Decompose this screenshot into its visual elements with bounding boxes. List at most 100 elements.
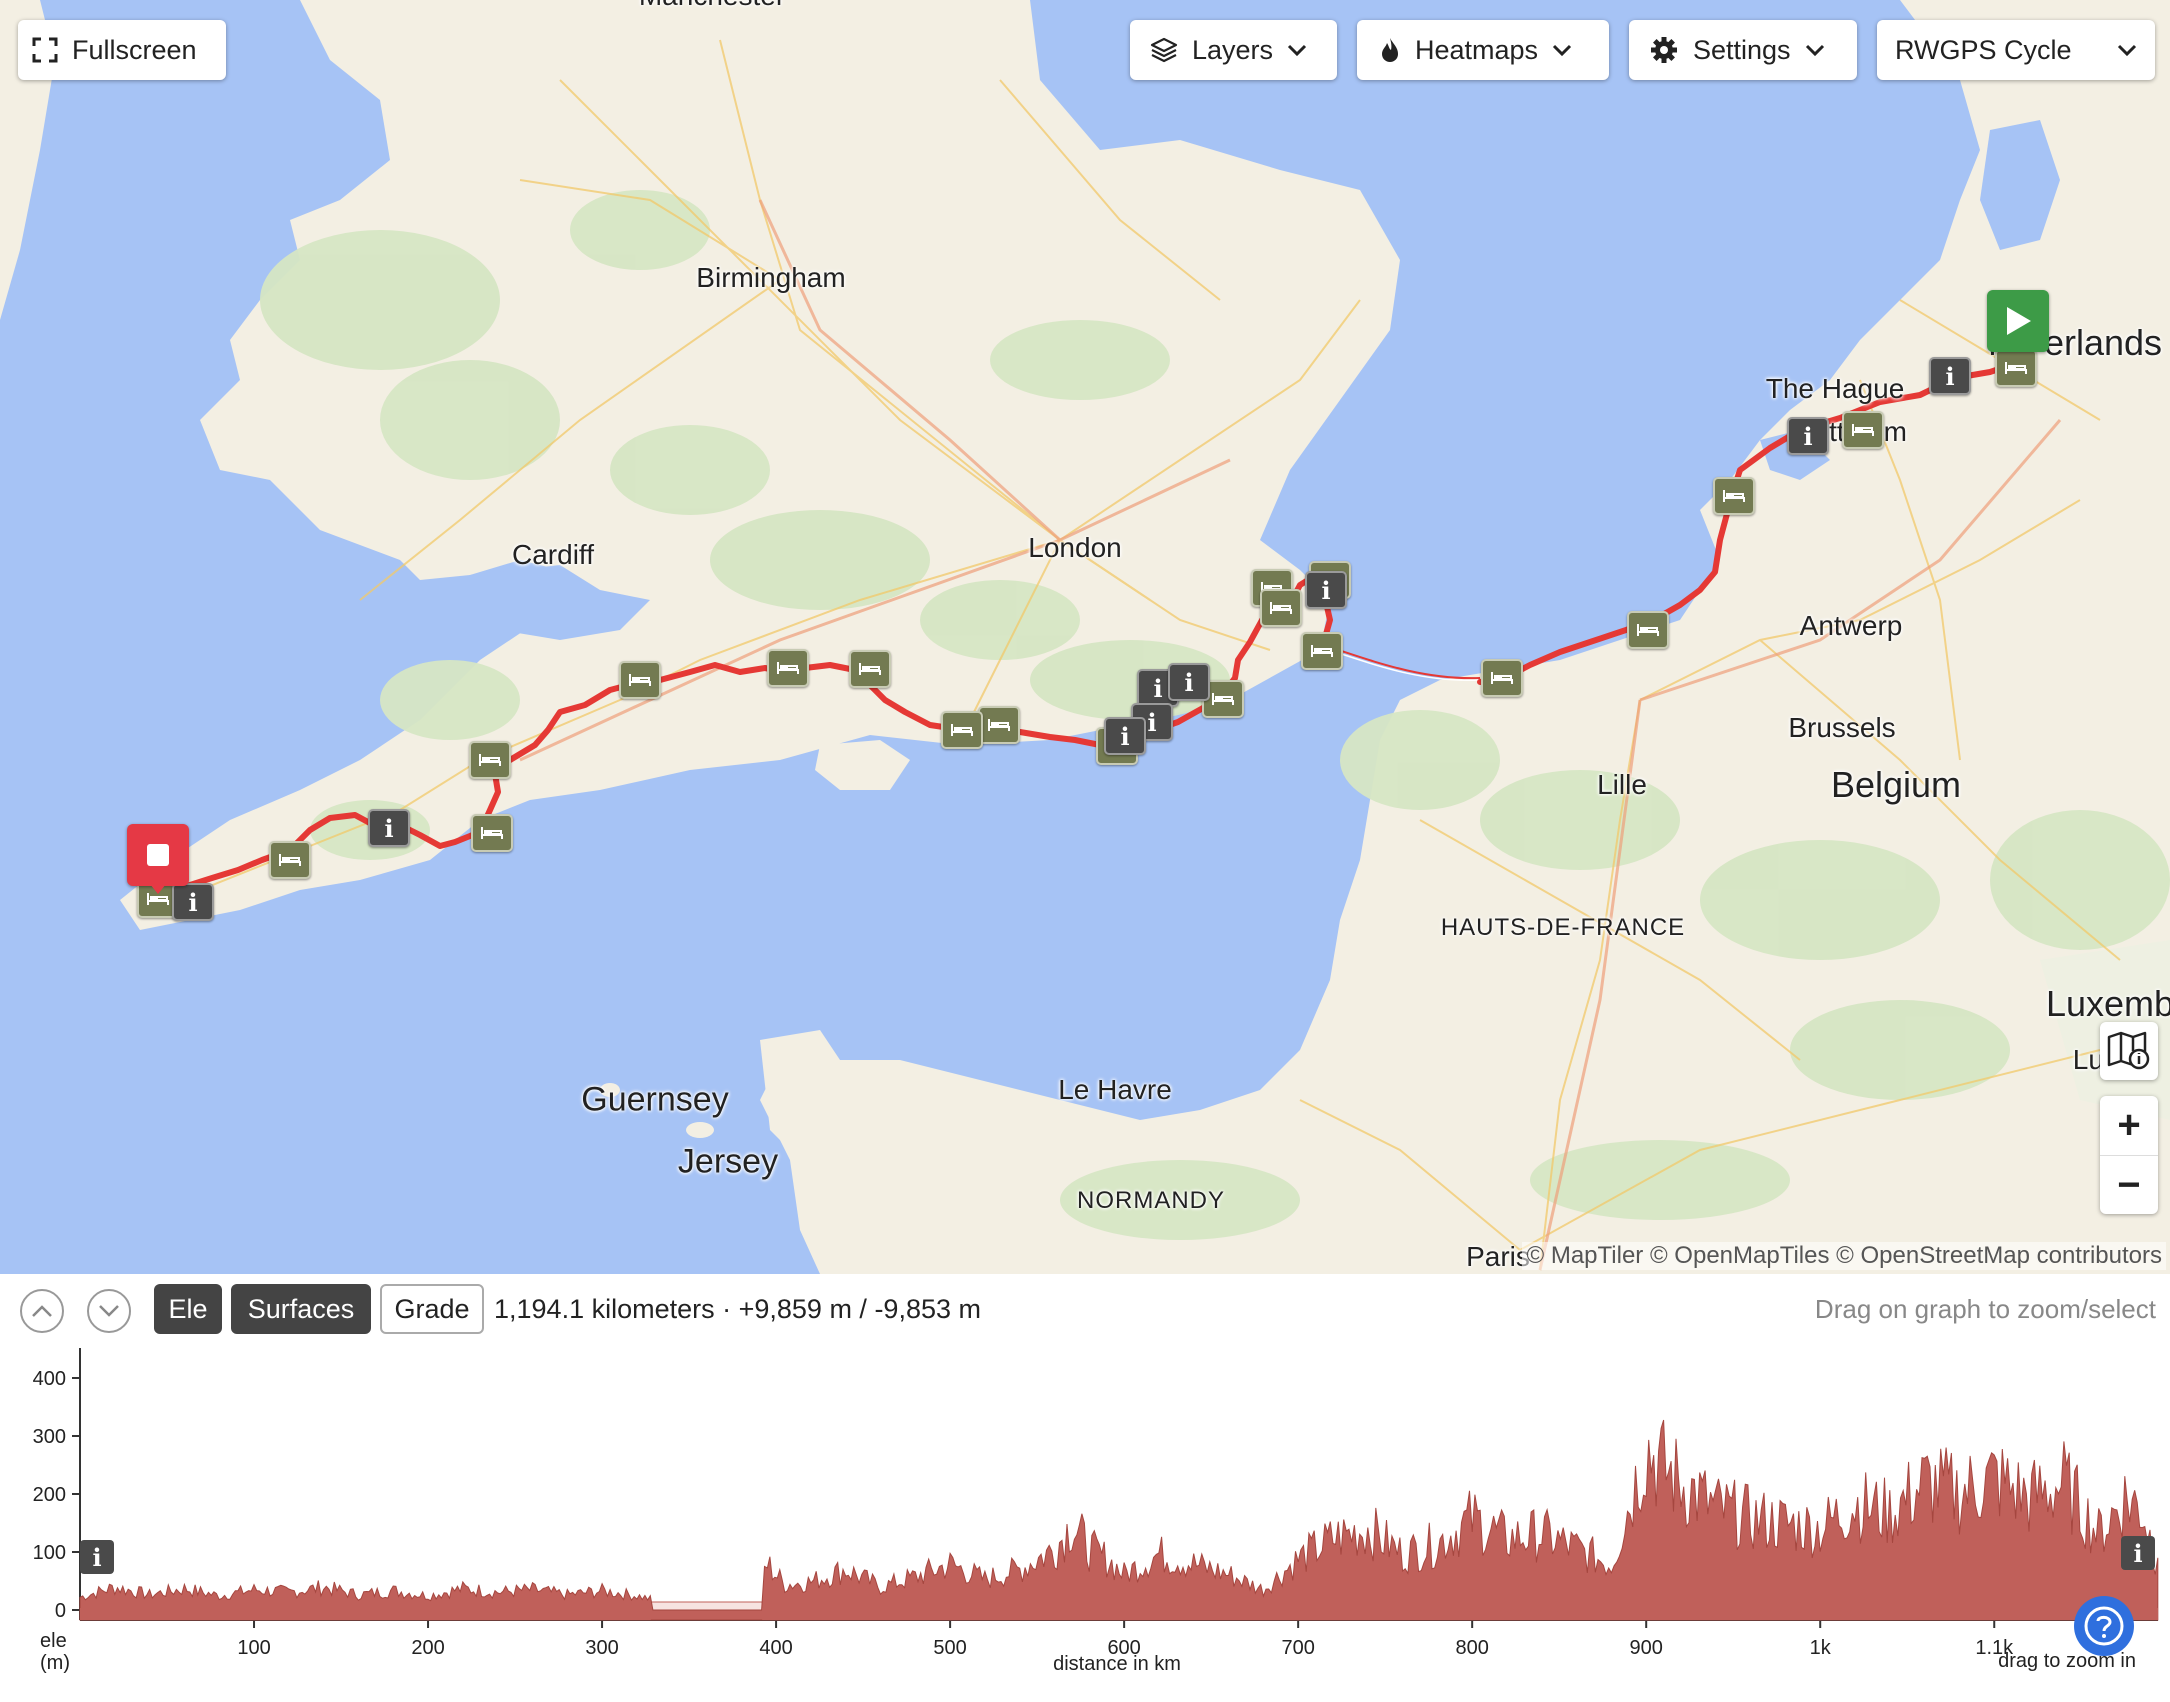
elevation-panel: Ele Surfaces Grade 1,194.1 kilometers · …	[0, 1274, 2170, 1702]
x-tick-label: 800	[1455, 1637, 1488, 1659]
chevron-down-icon	[2117, 44, 2137, 57]
lodging-marker[interactable]	[941, 711, 983, 749]
place-label-normandy: NORMANDY	[1076, 1187, 1226, 1214]
zoom-in-button[interactable]: +	[2100, 1096, 2158, 1155]
y-tick-label: 200	[33, 1484, 66, 1506]
bed-icon	[1491, 672, 1513, 684]
place-label-paris: Paris	[1466, 1241, 1530, 1272]
elevation-area	[79, 1419, 2159, 1621]
route-end-marker[interactable]	[127, 824, 189, 886]
place-label-the-hague: The Hague	[1765, 373, 1905, 404]
lodging-marker[interactable]	[469, 741, 511, 779]
heatmaps-button[interactable]: Heatmaps	[1357, 20, 1609, 80]
elevation-chart[interactable]: 0100200300400 100 200 300 400 500 600 700 800 90…	[0, 1274, 2170, 1702]
lodging-marker[interactable]	[849, 650, 891, 688]
fullscreen-label: Fullscreen	[72, 34, 197, 65]
fullscreen-button[interactable]: Fullscreen	[18, 20, 226, 80]
place-label-cardiff: Cardiff	[512, 539, 594, 570]
lodging-marker[interactable]	[1301, 632, 1343, 670]
x-tick-label: 200	[411, 1637, 444, 1659]
lodging-marker[interactable]	[1713, 477, 1755, 515]
play-icon	[2007, 307, 2031, 335]
bed-icon	[2005, 362, 2027, 374]
x-tick-label: 700	[1281, 1637, 1314, 1659]
place-label-belgium: Belgium	[1830, 764, 1962, 805]
chart-info-marker-end[interactable]: i	[2121, 1536, 2155, 1570]
bed-icon	[1212, 693, 1234, 705]
y-axis-title-line1: ele	[40, 1630, 67, 1652]
info-marker[interactable]: i	[1168, 663, 1210, 701]
y-tick-label: 400	[33, 1368, 66, 1390]
info-marker[interactable]: i	[1104, 717, 1146, 755]
route-start-marker[interactable]	[1987, 290, 2049, 352]
place-label-antwerp: Antwerp	[1799, 610, 1903, 641]
place-label-le-havre: Le Havre	[1058, 1074, 1172, 1105]
isle-of-wight	[815, 740, 910, 790]
chevron-down-icon	[1805, 44, 1824, 57]
lodging-marker[interactable]	[269, 841, 311, 879]
place-label-brussels: Brussels	[1788, 712, 1896, 743]
bed-icon	[479, 754, 501, 766]
lodging-marker[interactable]	[1627, 611, 1669, 649]
layers-button[interactable]: Layers	[1130, 20, 1337, 80]
jersey-land	[686, 1122, 714, 1138]
y-axis: 0 100 200 300 400	[33, 1348, 81, 1622]
info-marker[interactable]: i	[1929, 357, 1971, 395]
bed-icon	[859, 663, 881, 675]
bed-icon	[777, 662, 799, 674]
map-attribution[interactable]: © MapTiler © OpenMapTiles © OpenStreetMa…	[1522, 1242, 2166, 1270]
lodging-marker[interactable]	[1842, 411, 1884, 449]
chart-info-marker-start[interactable]: i	[80, 1540, 114, 1574]
chevron-down-icon	[1553, 44, 1572, 57]
map-info-icon	[2107, 1031, 2150, 1070]
bed-icon	[1270, 602, 1292, 614]
bed-icon	[1311, 645, 1333, 657]
x-axis-title: distance in km	[1053, 1653, 1181, 1675]
map-legend-button[interactable]	[2100, 1022, 2158, 1080]
heatmaps-label: Heatmaps	[1415, 34, 1539, 65]
y-tick-label: 100	[33, 1542, 66, 1564]
layers-icon	[1150, 37, 1178, 63]
map-style-label: RWGPS Cycle	[1895, 34, 2072, 65]
map-style-select[interactable]: RWGPS Cycle	[1877, 20, 2155, 80]
settings-button[interactable]: Settings	[1629, 20, 1857, 80]
lodging-marker[interactable]	[1995, 349, 2037, 387]
bed-icon	[951, 724, 973, 736]
bed-icon	[1852, 424, 1874, 436]
lodging-marker[interactable]	[619, 661, 661, 699]
gear-icon	[1651, 37, 1677, 63]
place-label-birmingham: Birmingham	[696, 262, 846, 293]
lodging-marker[interactable]	[767, 649, 809, 687]
chevron-down-icon	[1287, 44, 1307, 57]
place-label-manchester: Manchester	[639, 0, 785, 12]
bed-icon	[988, 719, 1010, 731]
flame-icon	[1382, 38, 1398, 62]
info-marker[interactable]: i	[1787, 417, 1829, 455]
info-marker[interactable]: i	[1305, 571, 1347, 609]
bed-icon	[1637, 624, 1659, 636]
help-icon	[2084, 1606, 2124, 1646]
lodging-marker[interactable]	[978, 706, 1020, 744]
route-end-pointer	[150, 884, 166, 894]
info-marker[interactable]: i	[368, 809, 410, 847]
fullscreen-icon	[32, 37, 58, 63]
info-marker[interactable]: i	[172, 883, 214, 921]
layers-label: Layers	[1192, 34, 1274, 65]
place-label-jersey: Jersey	[677, 1142, 779, 1181]
lodging-marker[interactable]	[1260, 589, 1302, 627]
lodging-marker[interactable]	[1481, 659, 1523, 697]
lodging-marker[interactable]	[471, 814, 513, 852]
bed-icon	[279, 854, 301, 866]
ferry-route	[1322, 644, 1481, 680]
help-button[interactable]	[2074, 1596, 2134, 1656]
x-tick-label: 300	[585, 1637, 618, 1659]
place-label-lille: Lille	[1597, 769, 1647, 800]
x-tick-label: 500	[933, 1637, 966, 1659]
x-tick-label: 100	[237, 1637, 270, 1659]
zoom-controls: + −	[2100, 1096, 2158, 1214]
route-map[interactable]: Manchester Birmingham Cardiff London Ne …	[0, 0, 2170, 1274]
x-tick-label: 900	[1630, 1637, 1663, 1659]
x-tick-label: 1k	[1810, 1637, 1832, 1659]
stop-icon	[147, 844, 169, 866]
zoom-out-button[interactable]: −	[2100, 1155, 2158, 1215]
